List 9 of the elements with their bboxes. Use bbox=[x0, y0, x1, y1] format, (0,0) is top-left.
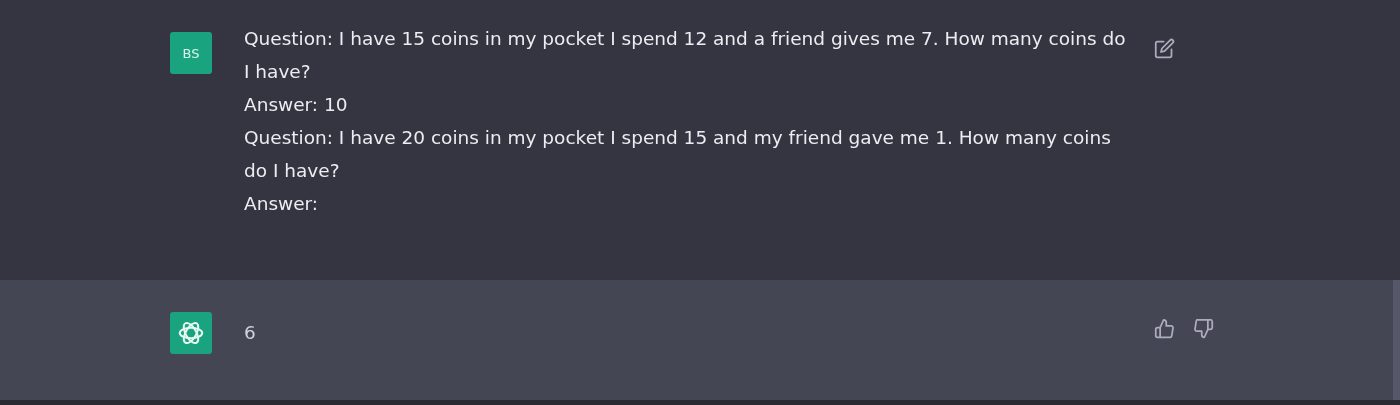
message-text: Answer: 10 bbox=[244, 93, 349, 117]
message-text: Answer: bbox=[244, 192, 320, 216]
message-text: Question: I have 20 coins in my pocket I spend 15 and my friend gave me 1. How many coins do I have? bbox=[244, 126, 1112, 183]
message-text: Question: I have 15 coins in my pocket I spend 12 and a friend gives me 7. How many coins do I have? bbox=[244, 27, 1127, 84]
edit-icon[interactable] bbox=[1154, 38, 1175, 59]
thumbs-up-icon[interactable] bbox=[1154, 318, 1175, 339]
user-avatar: BS bbox=[170, 32, 212, 74]
thumbs-down-icon[interactable] bbox=[1193, 318, 1214, 339]
message-text: 6 bbox=[244, 321, 257, 345]
